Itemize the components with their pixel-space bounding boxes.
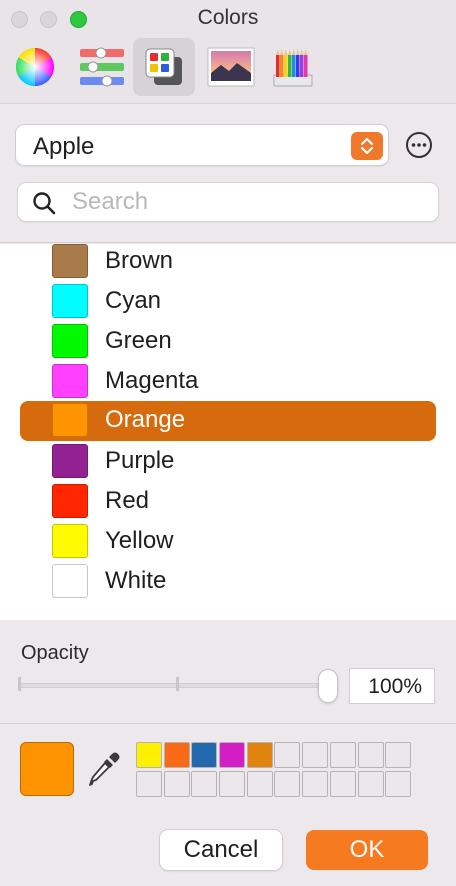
saved-swatch-empty[interactable] [191,771,218,797]
window-title: Colors [197,6,259,29]
opacity-slider-knob[interactable] [319,670,337,702]
color-list-item-orange[interactable]: Orange [20,401,436,441]
color-name: Cyan [105,287,162,314]
search-icon [33,192,56,215]
color-name: Brown [105,247,174,274]
tool-image-palettes[interactable] [196,38,258,96]
saved-swatch-empty[interactable] [274,771,301,797]
color-name: Green [105,327,172,354]
saved-swatch-empty[interactable] [302,771,329,797]
palette-controls: Apple [0,105,456,243]
search-input[interactable] [72,187,422,217]
color-wheel-icon [16,48,54,86]
color-list-item-red[interactable]: Red [20,482,436,522]
saved-swatch-empty[interactable] [274,742,301,768]
color-name: Purple [105,447,175,474]
color-name: Orange [105,406,186,433]
color-swatch [52,524,88,558]
tool-pencils[interactable] [262,38,324,96]
color-swatch [52,403,88,437]
saved-swatch[interactable] [219,742,246,768]
color-list-item-green[interactable]: Green [20,322,436,362]
ok-button[interactable]: OK [306,830,428,870]
saved-swatch[interactable] [136,742,162,768]
saved-swatch-empty[interactable] [246,771,273,797]
color-swatch [52,244,88,278]
color-sliders-icon [80,47,124,87]
pencils-icon [273,49,313,87]
more-options-icon[interactable] [404,130,434,160]
color-list-item-white[interactable]: White [20,562,436,602]
image-palettes-icon [207,47,255,87]
tool-color-sliders[interactable] [68,38,130,96]
cancel-button[interactable]: Cancel [160,830,282,870]
color-swatch [52,364,88,398]
color-name: Red [105,487,150,514]
saved-swatch-empty[interactable] [357,742,384,768]
saved-swatch-empty[interactable] [136,771,162,797]
tool-color-wheel[interactable] [4,38,66,96]
saved-swatch-empty[interactable] [219,771,246,797]
color-swatch [52,564,88,598]
popup-stepper-icon [351,132,383,160]
saved-swatch[interactable] [246,742,273,768]
search-field [18,183,438,221]
color-list-item-yellow[interactable]: Yellow [20,522,436,562]
tool-color-palettes[interactable] [133,38,195,96]
eyedropper-icon[interactable] [88,751,122,787]
saved-swatch[interactable] [163,742,190,768]
opacity-value-field[interactable]: 100% [349,668,435,704]
color-palettes-icon [145,48,182,85]
color-list: Brown Cyan Green Magenta Orange Purple R… [0,244,456,620]
color-name: White [105,567,167,594]
palette-popup-label: Apple [33,133,95,160]
color-list-item-magenta[interactable]: Magenta [20,362,436,402]
slider-tick [18,677,21,691]
color-list-item-purple[interactable]: Purple [20,442,436,482]
color-name: Yellow [105,527,174,554]
saved-swatch-empty[interactable] [163,771,190,797]
palette-popup-button[interactable]: Apple [16,125,388,165]
saved-swatch-empty[interactable] [302,742,329,768]
color-swatch [52,484,88,518]
color-list-item-cyan[interactable]: Cyan [20,282,436,322]
opacity-panel: Opacity 100% [0,620,456,724]
current-color-well[interactable] [20,742,74,796]
color-name: Magenta [105,367,199,394]
saved-swatch-empty[interactable] [385,742,412,768]
saved-swatch[interactable] [191,742,218,768]
saved-swatch-empty[interactable] [329,771,356,797]
saved-swatch-empty[interactable] [357,771,384,797]
color-swatch [52,444,88,478]
saved-swatch-empty[interactable] [329,742,356,768]
bottom-panel: Cancel OK [0,725,456,886]
color-swatch [52,284,88,318]
opacity-label: Opacity [21,642,89,664]
color-swatch [52,324,88,358]
color-list-item-brown[interactable]: Brown [20,244,436,282]
toolbar: Colors [0,0,456,104]
slider-tick [176,677,179,691]
saved-swatch-empty[interactable] [385,771,412,797]
saved-swatches-grid [136,742,415,798]
